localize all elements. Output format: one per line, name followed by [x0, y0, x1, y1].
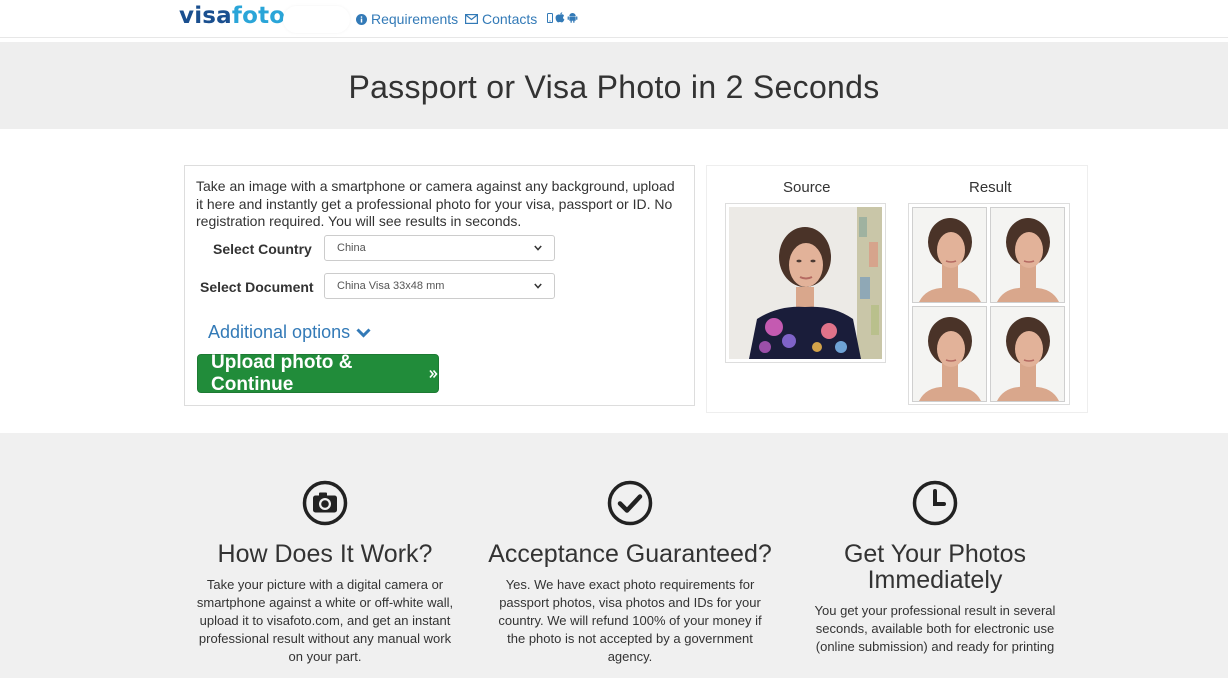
result-photo — [912, 207, 987, 303]
info-circle-icon — [356, 13, 367, 25]
android-icon — [567, 12, 578, 23]
additional-options-toggle[interactable]: Additional options — [208, 322, 371, 343]
result-label: Result — [969, 179, 1012, 196]
feature-title: Acceptance Guaranteed? — [488, 540, 772, 568]
feature-text: Take your picture with a digital camera … — [196, 577, 454, 664]
chevron-down-icon — [356, 322, 371, 343]
hero-banner: Passport or Visa Photo in 2 Seconds — [0, 42, 1228, 129]
chevron-down-icon — [534, 280, 542, 292]
top-navbar: visafoto Requirements Contacts — [0, 0, 1228, 38]
country-select-value: China — [337, 242, 366, 254]
apple-icon — [555, 12, 565, 23]
page-title: Passport or Visa Photo in 2 Seconds — [348, 69, 880, 105]
result-photos-grid — [908, 203, 1070, 405]
mobile-icon — [547, 12, 553, 23]
result-photo — [990, 207, 1065, 303]
country-select[interactable]: China — [324, 235, 555, 261]
nav-requirements-label: Requirements — [371, 11, 459, 27]
feature-title: Get Your Photos Immediately — [843, 540, 1027, 594]
nav-requirements-link[interactable]: Requirements — [356, 11, 458, 27]
additional-options-label: Additional options — [208, 322, 351, 342]
source-label: Source — [783, 179, 831, 196]
check-circle-icon — [607, 480, 653, 526]
upload-intro-text: Take an image with a smartphone or camer… — [196, 178, 675, 229]
camera-icon — [302, 480, 348, 526]
document-select[interactable]: China Visa 33x48 mm — [324, 273, 555, 299]
result-photo — [912, 306, 987, 402]
nav-contacts-label: Contacts — [482, 11, 538, 27]
nav-mobile-apps-link[interactable] — [547, 12, 578, 23]
upload-photo-button-label: Upload photo & Continue — [211, 351, 353, 395]
upload-photo-button[interactable]: Upload photo & Continue — [197, 351, 439, 395]
chevron-down-icon — [534, 242, 542, 254]
upload-panel: Take an image with a smartphone or camer… — [184, 165, 695, 406]
source-photo — [729, 207, 882, 359]
document-select-value: China Visa 33x48 mm — [337, 280, 445, 292]
logo-foto-text: foto — [231, 3, 286, 29]
envelope-icon — [465, 14, 478, 24]
source-photo-frame — [725, 203, 886, 363]
visafoto-logo[interactable]: visafoto — [179, 1, 285, 31]
feature-title: How Does It Work? — [217, 540, 433, 568]
document-label: Select Document — [200, 279, 314, 295]
logo-decoration — [283, 6, 350, 33]
features-section: How Does It Work? Take your picture with… — [0, 433, 1228, 678]
nav-contacts-link[interactable]: Contacts — [465, 11, 537, 27]
feature-text: You get your professional result in seve… — [814, 603, 1056, 654]
result-photo — [990, 306, 1065, 402]
preview-panel: Source Result — [706, 165, 1088, 413]
clock-icon — [912, 480, 958, 526]
double-chevron-right-icon — [429, 363, 438, 385]
feature-text: Yes. We have exact photo requirements fo… — [498, 577, 762, 664]
logo-visa-text: visa — [179, 3, 232, 29]
country-label: Select Country — [213, 241, 312, 257]
